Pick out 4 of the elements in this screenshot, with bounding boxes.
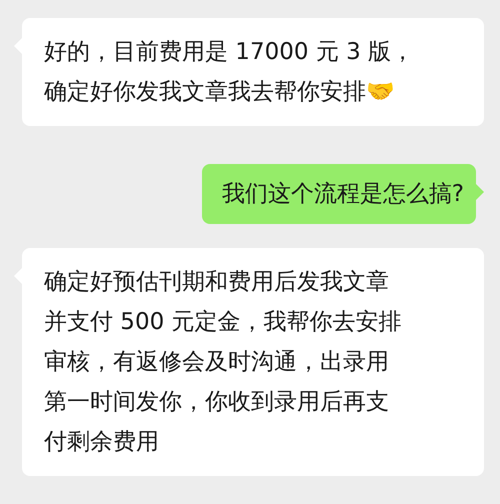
bubble-tail	[476, 184, 484, 200]
message-bubble: 确定好预估刊期和费用后发我文章 并支付 500 元定金，我帮你去安排 审核，有返修会及时沟通，出录用 第一时间发你，你收到录用后再支 付剩余费用	[22, 248, 484, 476]
message-bubble: 好的，目前费用是 17000 元 3 版， 确定好你发我文章我去帮你安排🤝	[22, 18, 484, 126]
message-bubble: 我们这个流程是怎么搞?	[202, 164, 476, 224]
